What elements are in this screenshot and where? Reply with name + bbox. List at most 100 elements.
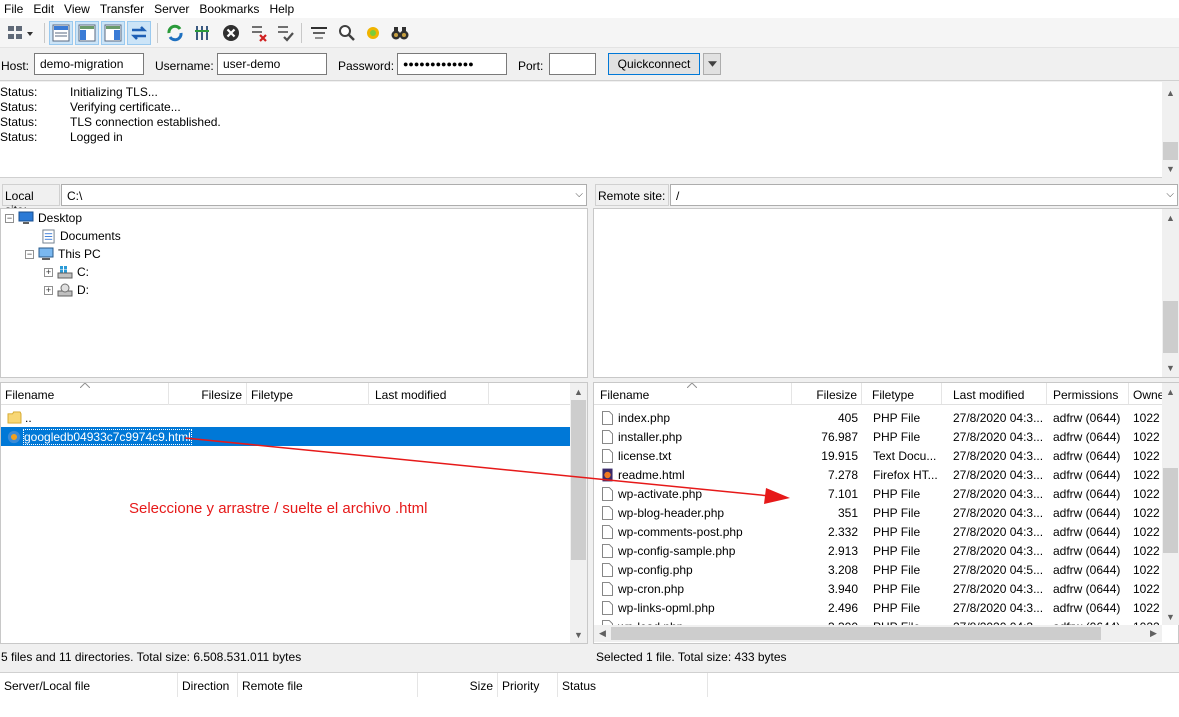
menu-help[interactable]: Help [265, 0, 300, 18]
host-label: Host: [1, 59, 30, 73]
scroll-up-arrow-icon[interactable]: ▲ [1162, 84, 1179, 101]
toggle-log-button[interactable] [49, 21, 73, 45]
menu-server[interactable]: Server [150, 0, 195, 18]
log-scrollbar[interactable]: ▲ ▼ [1162, 82, 1179, 178]
file-last-modified-cell: 27/8/2020 04:3... [949, 484, 1047, 503]
queue-column-direction[interactable]: Direction [178, 673, 238, 697]
file-row[interactable]: wp-links-opml.php 2.496 PHP File 27/8/2020 … [594, 598, 1162, 617]
disconnect-button[interactable] [247, 21, 271, 45]
port-input[interactable] [549, 53, 596, 75]
toggle-queue-button[interactable] [127, 21, 151, 45]
queue-column-priority[interactable]: Priority [498, 673, 558, 697]
tree-item-drive-d[interactable]: + D: [44, 281, 89, 299]
tree-item-drive-c[interactable]: + C: [44, 263, 89, 281]
column-last-modified[interactable]: Last modified [369, 383, 489, 405]
column-filesize[interactable]: Filesize [792, 383, 862, 404]
synchronized-browsing-button[interactable] [361, 21, 385, 45]
remote-site-path-combo[interactable]: / ⌵ [670, 184, 1178, 206]
toggle-filename-filters-button[interactable] [335, 21, 359, 45]
file-row-selected[interactable]: googledb04933c7c9974c9.html [1, 427, 570, 446]
menu-bookmarks[interactable]: Bookmarks [195, 0, 265, 18]
file-type-cell: PHP File [869, 503, 949, 522]
tree-item-documents[interactable]: Documents [42, 227, 121, 245]
chevron-down-icon[interactable]: ⌵ [1166, 189, 1174, 200]
file-row[interactable]: wp-blog-header.php 351 PHP File 27/8/2020 0… [594, 503, 1162, 522]
file-size-cell: 76.987 [792, 427, 862, 446]
remote-list-hscrollbar[interactable]: ◀ ▶ [594, 625, 1162, 642]
menu-transfer[interactable]: Transfer [96, 0, 150, 18]
expand-icon[interactable]: + [44, 285, 53, 295]
scroll-down-arrow-icon[interactable]: ▼ [1162, 160, 1179, 177]
file-permissions-cell: adfrw (0644) [1049, 465, 1131, 484]
username-input[interactable]: user-demo [217, 53, 327, 75]
scroll-down-arrow-icon[interactable]: ▼ [1162, 608, 1179, 625]
queue-column-server-local-file[interactable]: Server/Local file [0, 673, 178, 697]
scroll-up-arrow-icon[interactable]: ▲ [1162, 209, 1179, 226]
process-queue-button[interactable] [191, 21, 215, 45]
search-remote-files-button[interactable] [388, 21, 412, 45]
file-row[interactable]: wp-config-sample.php 2.913 PHP File 27/8/20… [594, 541, 1162, 560]
expand-icon[interactable]: + [44, 267, 53, 277]
remote-list-scrollbar[interactable]: ▲ ▼ [1162, 383, 1179, 625]
refresh-button[interactable] [163, 21, 187, 45]
collapse-icon[interactable]: − [25, 249, 34, 259]
file-last-modified: 27/8/2020 04:3... [953, 487, 1044, 501]
menu-edit[interactable]: Edit [29, 0, 60, 18]
column-permissions[interactable]: Permissions [1047, 383, 1129, 404]
cancel-operation-button[interactable] [219, 21, 243, 45]
column-filetype[interactable]: Filetype [247, 383, 369, 405]
scroll-thumb[interactable] [1163, 301, 1178, 353]
scroll-up-arrow-icon[interactable]: ▲ [1162, 383, 1179, 400]
file-row[interactable]: readme.html 7.278 Firefox HT... 27/8/2020 0… [594, 465, 1162, 484]
quickconnect-button[interactable]: Quickconnect [608, 53, 700, 75]
toggle-remote-tree-button[interactable] [101, 21, 125, 45]
scroll-right-arrow-icon[interactable]: ▶ [1145, 625, 1162, 642]
tree-item-this-pc[interactable]: − This PC [25, 245, 101, 263]
column-filetype[interactable]: Filetype [862, 383, 942, 404]
remote-tree-scrollbar[interactable]: ▲ ▼ [1162, 209, 1179, 377]
tree-item-desktop[interactable]: − Desktop [5, 209, 82, 227]
site-manager-button[interactable] [2, 21, 38, 45]
reconnect-button[interactable] [273, 21, 297, 45]
chevron-down-icon[interactable]: ⌵ [575, 189, 583, 200]
quickconnect-history-dropdown[interactable] [703, 53, 721, 75]
scroll-thumb[interactable] [611, 627, 1101, 640]
file-type: PHP File [873, 430, 921, 444]
file-row[interactable]: wp-cron.php 3.940 PHP File 27/8/2020 04:3..… [594, 579, 1162, 598]
scroll-thumb[interactable] [1163, 142, 1178, 160]
file-row[interactable]: wp-config.php 3.208 PHP File 27/8/2020 04:5… [594, 560, 1162, 579]
scroll-thumb[interactable] [1163, 468, 1178, 553]
sort-ascending-icon [80, 383, 90, 388]
scroll-up-arrow-icon[interactable]: ▲ [570, 383, 587, 400]
menu-file[interactable]: File [0, 0, 29, 18]
local-site-path-combo[interactable]: C:\ ⌵ [61, 184, 587, 206]
scroll-thumb[interactable] [571, 400, 586, 560]
password-input[interactable]: ●●●●●●●●●●●●● [397, 53, 507, 75]
file-size-cell: 351 [792, 503, 862, 522]
scroll-down-arrow-icon[interactable]: ▼ [570, 626, 587, 643]
file-row[interactable]: wp-activate.php 7.101 PHP File 27/8/2020 04… [594, 484, 1162, 503]
local-list-scrollbar[interactable]: ▲ ▼ [570, 383, 587, 643]
column-owner[interactable]: Owne [1129, 383, 1162, 404]
queue-column-status[interactable]: Status [558, 673, 708, 697]
file-row[interactable]: license.txt 19.915 Text Docu... 27/8/2020 0… [594, 446, 1162, 465]
file-row[interactable]: index.php 405 PHP File 27/8/2020 04:3... adf… [594, 408, 1162, 427]
file-row[interactable]: wp-load.php3.300 PHP File27/8/2020 04:3..… [594, 617, 1162, 625]
scroll-left-arrow-icon[interactable]: ◀ [594, 625, 611, 642]
file-row[interactable]: wp-comments-post.php 2.332 PHP File 27/8/20… [594, 522, 1162, 541]
log-line: Status: Logged in [0, 130, 1150, 145]
queue-column-remote-file[interactable]: Remote file [238, 673, 418, 697]
collapse-icon[interactable]: − [5, 213, 14, 223]
column-filesize[interactable]: Filesize [169, 383, 247, 405]
host-input[interactable]: demo-migration [34, 53, 144, 75]
toggle-local-tree-button[interactable] [75, 21, 99, 45]
scroll-down-arrow-icon[interactable]: ▼ [1162, 359, 1179, 376]
column-last-modified[interactable]: Last modified [942, 383, 1047, 404]
queue-column-size[interactable]: Size [418, 673, 498, 697]
menu-view[interactable]: View [60, 0, 96, 18]
file-type-cell: Firefox HT... [869, 465, 949, 484]
directory-filter-button[interactable] [307, 21, 331, 45]
file-name: .. [25, 411, 32, 425]
file-row[interactable]: installer.php 76.987 PHP File 27/8/2020 04:… [594, 427, 1162, 446]
file-row[interactable]: .. [1, 408, 570, 427]
